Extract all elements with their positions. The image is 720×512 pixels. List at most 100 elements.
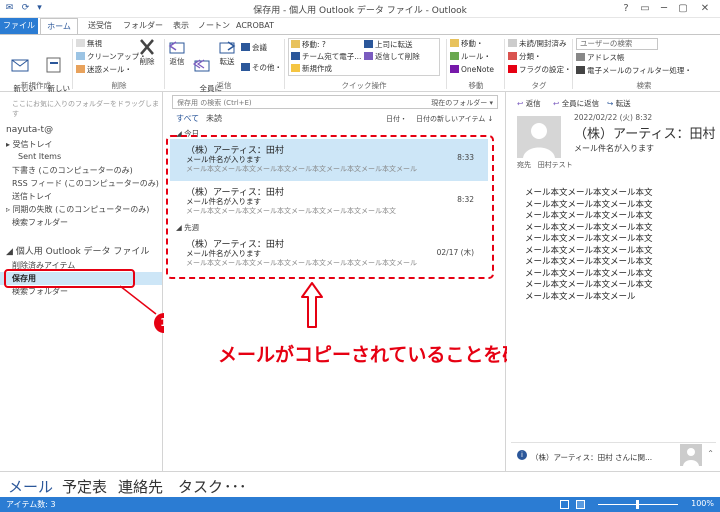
sort-order-toggle[interactable]: 日付の新しいアイテム ↓ xyxy=(416,114,493,124)
folder-inbox[interactable]: ▸ 受信トレイ xyxy=(6,139,53,150)
tab-view[interactable]: 表示 xyxy=(166,18,196,34)
ignore-button[interactable]: 無視 xyxy=(76,39,102,49)
ribbon-tabs: ファイル ホーム 送受信 フォルダー 表示 ノートン ACROBAT xyxy=(0,18,720,34)
folder-icon xyxy=(291,40,300,48)
message-from: （株）アーティス：田村 xyxy=(574,127,716,142)
category-icon xyxy=(508,52,517,60)
lightning-icon xyxy=(291,64,300,72)
normal-view-icon[interactable] xyxy=(560,500,569,509)
address-book-button[interactable]: アドレス帳 xyxy=(576,53,625,63)
group-label-find: 検索 xyxy=(636,81,652,90)
minimize-button[interactable]: ─ xyxy=(656,2,672,15)
move-folder-icon xyxy=(450,39,459,47)
rp-reply-button[interactable]: ↩ 返信 xyxy=(517,98,541,109)
folder-outbox[interactable]: 送信トレイ xyxy=(12,191,52,202)
quickstep-to-manager[interactable]: 上司に転送 xyxy=(364,40,413,50)
tab-norton[interactable]: ノートン xyxy=(196,18,232,34)
reply-button[interactable]: 返信 xyxy=(166,38,188,66)
folder-rss[interactable]: RSS フィード (このコンピューターのみ) xyxy=(12,178,159,189)
follow-up-button[interactable]: フラグの設定・ xyxy=(508,65,572,75)
favorites-hint: ここにお気に入りのフォルダーをドラッグします xyxy=(12,100,159,118)
filter-all[interactable]: すべて xyxy=(176,113,199,124)
message-list: 保存用 の検索 (Ctrl+E) 現在のフォルダー ▾ すべて 未読 日付・ 日… xyxy=(164,92,540,471)
search-people-input[interactable]: ユーザーの検索 xyxy=(576,38,658,50)
search-box[interactable]: 保存用 の検索 (Ctrl+E) 現在のフォルダー ▾ xyxy=(172,95,498,109)
nav-tasks[interactable]: タスク xyxy=(178,476,223,497)
tab-folder[interactable]: フォルダー xyxy=(120,18,166,34)
navigation-bar: メール 予定表 連絡先 タスク ･･･ xyxy=(0,471,720,497)
new-items-icon xyxy=(46,57,61,73)
cleanup-icon xyxy=(76,52,85,60)
filter-icon xyxy=(576,66,585,74)
unread-read-button[interactable]: 未読/開封済み xyxy=(508,39,567,49)
junk-label: 迷惑メール・ xyxy=(87,65,132,74)
folder-search[interactable]: 検索フォルダー xyxy=(12,217,68,228)
zoom-slider-handle[interactable] xyxy=(636,500,639,509)
unread-label: 未読/開封済み xyxy=(519,39,567,48)
message-body-line: メール本文メール本文メール本文 xyxy=(525,280,653,290)
forward-label: 転送 xyxy=(219,57,235,66)
sort-by-dropdown[interactable]: 日付・ xyxy=(386,114,407,124)
nav-more[interactable]: ･･･ xyxy=(224,476,247,497)
people-pane[interactable]: i （株）アーティス：田村 さんに関... ⌃ xyxy=(511,442,716,467)
folder-drafts[interactable]: 下書き (このコンピューターのみ) xyxy=(12,165,133,176)
onenote-button[interactable]: OneNote xyxy=(450,65,494,75)
onenote-label: OneNote xyxy=(461,65,495,74)
person-silhouette-icon xyxy=(523,123,555,158)
nav-contacts[interactable]: 連絡先 xyxy=(118,476,163,497)
move-label: 移動・ xyxy=(461,39,484,48)
delete-button[interactable]: 削除 xyxy=(134,38,160,66)
filter-unread[interactable]: 未読 xyxy=(206,113,222,124)
junk-button[interactable]: 迷惑メール・ xyxy=(76,65,132,75)
categorize-button[interactable]: 分類・ xyxy=(508,52,542,62)
filter-email-button[interactable]: 電子メールのフィルター処理・ xyxy=(576,66,692,76)
ribbon-display-button[interactable]: ▭ xyxy=(637,2,653,15)
folder-sync-issues[interactable]: ▹ 同期の失敗 (このコンピューターのみ) xyxy=(6,204,149,215)
folder-pane: ここにお気に入りのフォルダーをドラッグします nayuta-t@ ▸ 受信トレイ… xyxy=(0,92,174,471)
tab-acrobat[interactable]: ACROBAT xyxy=(232,18,278,34)
expand-icon[interactable]: ⌃ xyxy=(707,449,714,458)
reply-all-icon xyxy=(192,59,210,72)
zoom-level[interactable]: 100% xyxy=(691,499,714,508)
pst-data-file[interactable]: ◢ 個人用 Outlook データ ファイル xyxy=(6,244,149,257)
ignore-icon xyxy=(76,39,85,47)
tab-home[interactable]: ホーム xyxy=(40,18,78,34)
rp-reply-all-button[interactable]: ↩ 全員に返信 xyxy=(553,98,599,109)
close-button[interactable]: ✕ xyxy=(697,2,713,15)
nav-mail[interactable]: メール xyxy=(8,476,53,497)
tab-file[interactable]: ファイル xyxy=(0,18,38,34)
message-body-line: メール本文メール本文メール本文 xyxy=(525,234,653,244)
search-placeholder: 保存用 の検索 (Ctrl+E) xyxy=(177,99,252,107)
rp-forward-button[interactable]: ↪ 転送 xyxy=(607,98,631,109)
quickstep-reply-delete[interactable]: 返信して削除 xyxy=(364,52,420,62)
message-to: 宛先 田村テスト xyxy=(517,160,573,170)
help-button[interactable]: ? xyxy=(618,2,634,15)
move-button[interactable]: 移動・ xyxy=(450,39,484,49)
quickstep-new-label: 新規作成 xyxy=(302,64,332,73)
rules-button[interactable]: ルール・ xyxy=(450,52,491,62)
folder-label: 同期の失敗 (このコンピューターのみ) xyxy=(12,205,150,214)
reading-view-icon[interactable] xyxy=(576,500,585,509)
search-scope-label: 現在のフォルダー xyxy=(431,99,488,107)
forward-button[interactable]: 転送 xyxy=(216,38,238,66)
quickstep-new[interactable]: 新規作成 xyxy=(291,64,332,74)
annotation-highlight-box xyxy=(4,269,135,288)
maximize-button[interactable]: ▢ xyxy=(675,2,691,15)
account-name[interactable]: nayuta-t@ xyxy=(6,125,53,135)
quickstep-team-label: チーム宛て電子... xyxy=(302,52,362,61)
nav-calendar[interactable]: 予定表 xyxy=(62,476,107,497)
tab-send-receive[interactable]: 送受信 xyxy=(80,18,120,34)
meeting-button[interactable]: 会議 xyxy=(241,43,267,53)
team-email-icon xyxy=(291,52,300,60)
quickstep-move[interactable]: 移動: ? xyxy=(291,40,326,50)
flag-icon xyxy=(508,65,517,73)
folder-sent[interactable]: Sent Items xyxy=(18,152,61,161)
quickstep-team[interactable]: チーム宛て電子... xyxy=(291,52,361,62)
categorize-label: 分類・ xyxy=(519,52,542,61)
more-respond-button[interactable]: その他・ xyxy=(241,63,282,73)
message-body-line: メール本文メール本文メール本文 xyxy=(525,257,653,267)
search-scope-dropdown[interactable]: 現在のフォルダー ▾ xyxy=(431,98,493,108)
reply-delete-icon xyxy=(364,52,373,60)
group-label-quicksteps: クイック操作 xyxy=(341,81,387,90)
person-silhouette-icon xyxy=(683,448,699,466)
